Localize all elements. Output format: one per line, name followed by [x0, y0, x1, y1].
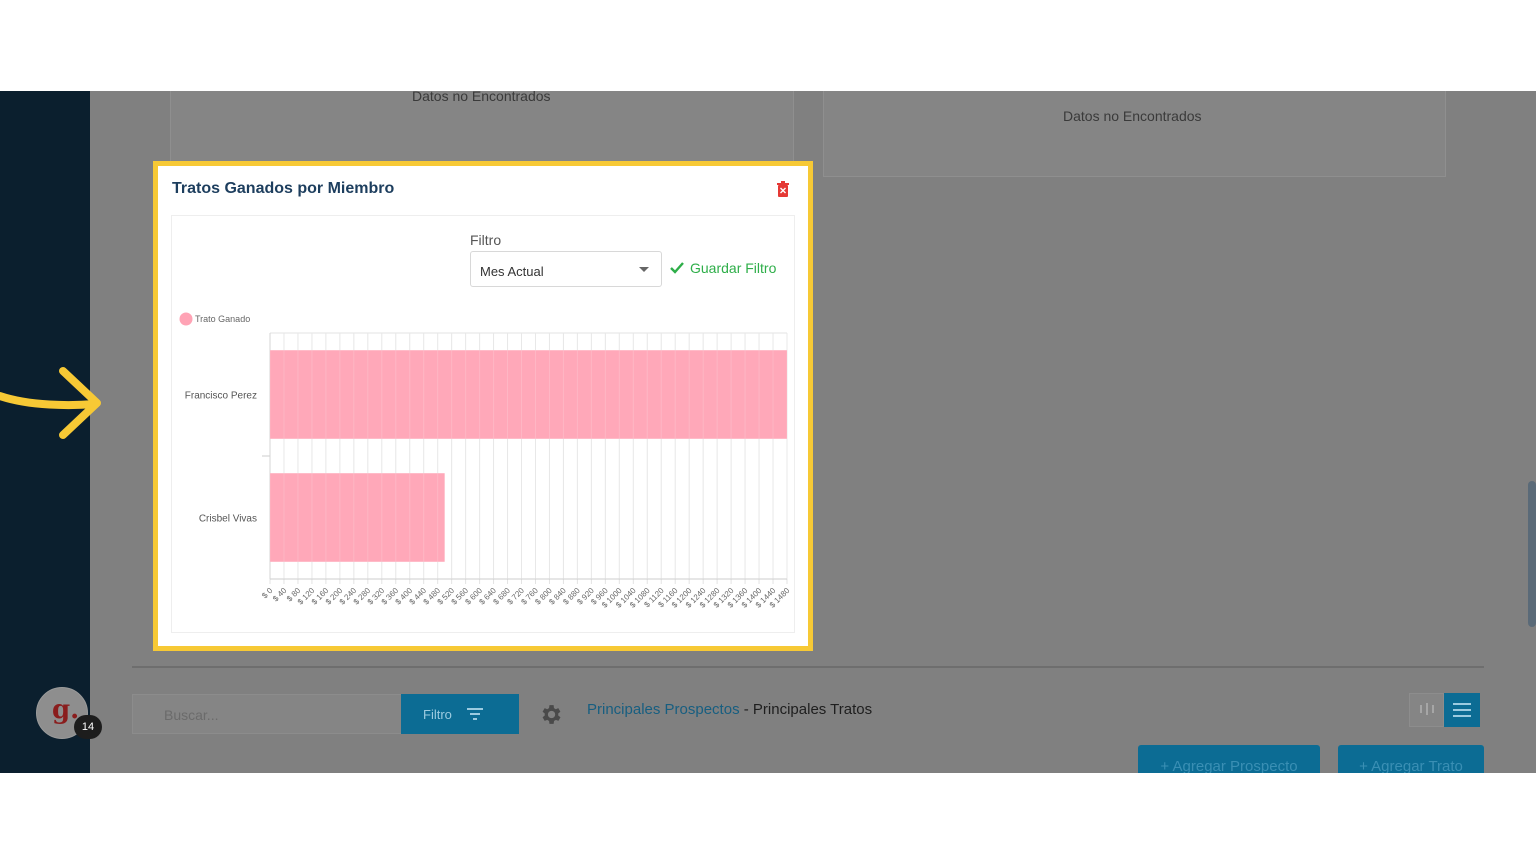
filter-icon — [467, 708, 483, 720]
links-separator: - — [739, 701, 753, 718]
columns-icon — [1420, 703, 1434, 715]
legend-label: Trato Ganado — [195, 314, 250, 324]
dashboard-links: Principales Prospectos - Principales Tra… — [587, 701, 872, 718]
link-top-deals[interactable]: Principales Tratos — [753, 701, 872, 718]
y-category-label: Francisco Perez — [185, 391, 257, 402]
list-view-toggle[interactable] — [1444, 693, 1480, 727]
list-icon — [1453, 703, 1471, 717]
bar — [270, 350, 787, 439]
caret-down-icon — [639, 267, 649, 272]
y-category-label: Crisbel Vivas — [199, 514, 257, 525]
search-input[interactable]: Buscar... — [132, 694, 402, 734]
widget-body: Filtro Mes Actual Guardar Filtro Trato G… — [171, 215, 795, 633]
bar-chart: Trato Ganado$ 0$ 40$ 80$ 120$ 160$ 200$ … — [179, 312, 792, 610]
save-filter-label: Guardar Filtro — [690, 260, 777, 276]
widget-title: Tratos Ganados por Miembro — [172, 180, 395, 197]
filter-button[interactable]: Filtro — [401, 694, 519, 734]
period-select[interactable]: Mes Actual — [470, 251, 662, 287]
period-select-value: Mes Actual — [480, 264, 544, 279]
trash-icon[interactable] — [776, 181, 790, 197]
gear-icon[interactable] — [538, 702, 563, 727]
search-placeholder: Buscar... — [164, 707, 219, 723]
no-data-left: Datos no Encontrados — [412, 91, 551, 104]
page-scrollbar[interactable] — [1528, 481, 1536, 627]
link-top-prospects[interactable]: Principales Prospectos — [587, 701, 740, 718]
legend-swatch — [179, 312, 193, 326]
notification-badge: 14 — [74, 715, 102, 739]
no-data-right: Datos no Encontrados — [1063, 108, 1202, 124]
save-filter-button[interactable]: Guardar Filtro — [670, 260, 776, 276]
filter-label: Filtro — [470, 232, 502, 248]
kanban-view-toggle[interactable] — [1409, 693, 1444, 727]
panel-divider — [132, 666, 1484, 668]
app-screenshot: Datos no Encontrados Datos no Encontrado… — [0, 91, 1536, 773]
arrow-right-icon — [0, 367, 101, 439]
card-right-top — [823, 91, 1446, 177]
filter-button-label: Filtro — [423, 707, 452, 722]
check-icon — [670, 262, 684, 274]
bar — [270, 473, 445, 562]
add-prospect-button[interactable]: + Agregar Prospecto — [1138, 745, 1320, 773]
add-deal-button[interactable]: + Agregar Trato — [1338, 745, 1484, 773]
widget-deals-won-by-member: Tratos Ganados por Miembro Filtro Mes Ac… — [153, 161, 813, 651]
